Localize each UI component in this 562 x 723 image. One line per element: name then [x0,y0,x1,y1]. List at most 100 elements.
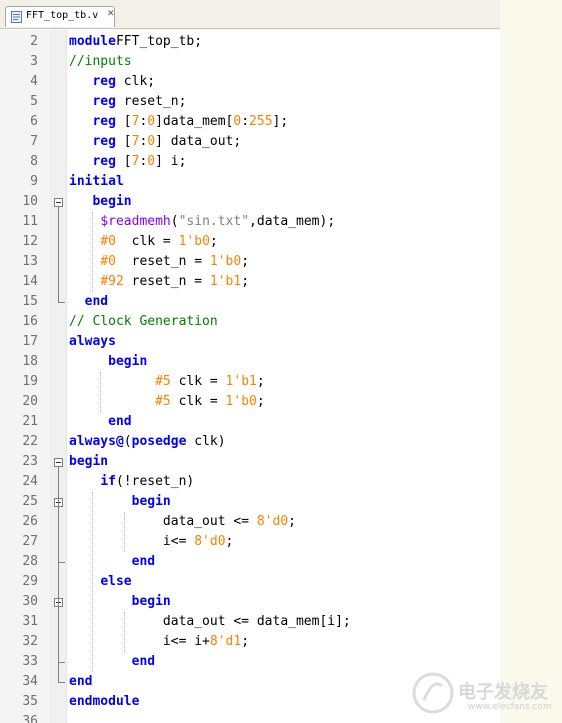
code-line[interactable]: 7 reg [7:0] data_out; [0,132,500,152]
code-line[interactable]: 24 if(!reset_n) [0,472,500,492]
code-line[interactable]: 17 always [0,332,500,352]
code-text: always@(posedge clk) [69,434,226,449]
code-line[interactable]: 12 #0 clk = 1'b0; [0,232,500,252]
code-token: 0 [147,134,156,149]
code-text: #5 clk = 1'b1; [69,374,265,389]
code-line[interactable]: 26 data_out <= 8'd0; [0,512,500,532]
code-token: $readmemh [100,214,171,229]
line-number: 4 [30,74,38,89]
line-number: 2 [30,34,38,49]
line-number: 14 [22,274,38,289]
line-number: 33 [22,654,38,669]
code-token: begin [92,194,132,209]
code-editor[interactable]: 2 moduleFFT_top_tb; 3//inputs 4 reg clk; 5 r… [0,30,500,723]
fold-end-marker [58,682,65,683]
code-line[interactable]: 16 // Clock Generation [0,312,500,332]
code-line[interactable]: 29 else [0,572,500,592]
code-line[interactable]: 13 #0 reset_n = 1'b0; [0,252,500,272]
code-text: reg [7:0] i; [69,154,186,169]
code-text: #5 clk = 1'b0; [69,394,265,409]
code-line[interactable]: 27 i<= 8'd0; [0,532,500,552]
close-icon[interactable]: ✕ [107,9,115,19]
code-text: end [69,654,155,669]
code-line[interactable]: 5 reg reset_n; [0,92,500,112]
elecfans-logo [412,672,454,714]
code-token: (!reset_n) [115,474,195,489]
line-number: 36 [22,714,38,723]
code-line[interactable]: 11 $readmemh("sin.txt",data_mem); [0,212,500,232]
code-token: ; [241,254,250,269]
code-line[interactable]: 10 begin [0,192,500,212]
line-number: 20 [22,394,38,409]
fold-toggle-icon[interactable] [54,458,63,467]
code-text: reg reset_n; [69,94,186,109]
fold-range-line [58,207,59,302]
code-token: reg [92,154,116,169]
code-token: endmodule [69,694,140,709]
code-line[interactable]: 8 reg [7:0] i; [0,152,500,172]
code-line[interactable]: 21 end [0,412,500,432]
code-line[interactable]: 23 begin [0,452,500,472]
fold-range-line [58,467,59,682]
code-text: else [69,574,132,589]
file-tab[interactable]: FFT_top_tb.v ✕ [5,6,115,27]
code-token: data_out <= data_mem[i]; [69,614,351,629]
code-token: ( [170,214,179,229]
line-number: 15 [22,294,38,309]
code-line[interactable]: 2 moduleFFT_top_tb; [0,32,500,52]
code-text: #0 reset_n = 1'b0; [69,254,249,269]
code-line[interactable]: 3 //inputs [0,52,500,72]
code-token: : [241,114,250,129]
code-line[interactable]: 32 i<= i+8'd1; [0,632,500,652]
code-token: else [100,574,132,589]
line-number: 30 [22,594,38,609]
code-token: i<= [69,534,195,549]
code-line[interactable]: 9 initial [0,172,500,192]
code-token: end [131,554,156,569]
code-token: 1'b1 [225,374,257,389]
code-line[interactable]: 18 begin [0,352,500,372]
code-token: #5 [155,374,171,389]
code-line[interactable]: 20 #5 clk = 1'b0; [0,392,500,412]
code-token: ; [288,514,296,529]
code-token: always@ [69,434,124,449]
code-text: // Clock Generation [69,314,218,329]
code-text: reg clk; [69,74,155,89]
line-number: 27 [22,534,38,549]
line-number: 35 [22,694,38,709]
code-line[interactable]: 30 begin [0,592,500,612]
code-line[interactable]: 15 end [0,292,500,312]
line-number: 24 [22,474,38,489]
code-line[interactable]: 6 reg [7:0]data_mem[0:255]; [0,112,500,132]
code-line[interactable]: 22 always@(posedge clk) [0,432,500,452]
code-line[interactable]: 19 #5 clk = 1'b1; [0,372,500,392]
code-token: reset_n = [115,254,210,269]
code-line[interactable]: 4 reg clk; [0,72,500,92]
code-line[interactable]: 25 begin [0,492,500,512]
line-number: 19 [22,374,38,389]
code-text: always [69,334,116,349]
watermark-url: www.elecfans.com [468,702,552,712]
code-token: reset_n = [123,274,210,289]
line-number: 31 [22,614,38,629]
code-token: end [131,654,156,669]
line-number: 25 [22,494,38,509]
code-line[interactable]: 28 end [0,552,500,572]
line-number: 5 [30,94,38,109]
code-line[interactable]: 14 #92 reset_n = 1'b1; [0,272,500,292]
code-token: 1'b1 [209,274,242,289]
code-line[interactable]: 31 data_out <= data_mem[i]; [0,612,500,632]
indent-guide [100,372,101,412]
code-token: 8'd0 [194,534,226,549]
fold-toggle-icon[interactable] [54,198,63,207]
code-text: initial [69,174,124,189]
code-token: end [84,294,109,309]
